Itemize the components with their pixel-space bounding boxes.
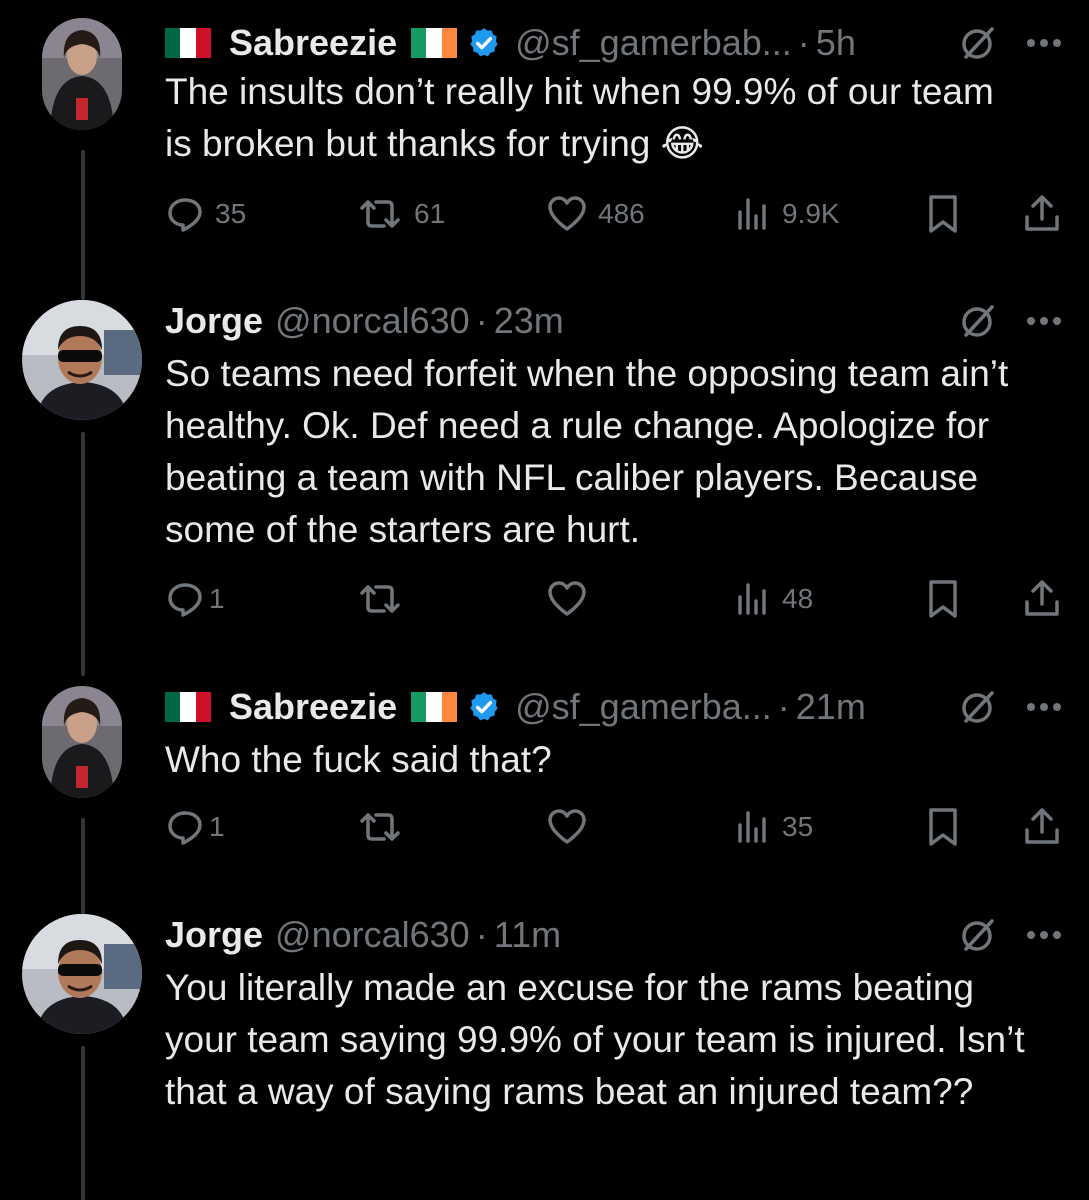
bookmark-icon xyxy=(929,580,957,618)
reply-button[interactable]: 1 xyxy=(165,574,225,624)
thread-connector xyxy=(81,1046,85,1200)
heart-icon xyxy=(548,809,586,844)
reply-icon xyxy=(168,583,202,617)
grok-icon[interactable] xyxy=(958,915,998,955)
share-button[interactable] xyxy=(1022,574,1062,624)
tweet-text: Who the fuck said that? xyxy=(165,739,552,780)
reply-count: 1 xyxy=(209,811,225,842)
tweet-3[interactable]: Sabreezie @sf_gamerba... · 21m Who the f… xyxy=(0,682,1089,998)
repost-count: 61 xyxy=(414,198,446,229)
more-options-icon[interactable] xyxy=(1026,702,1062,712)
view-count: 9.9K xyxy=(782,198,840,229)
reply-button[interactable]: 35 xyxy=(165,189,246,239)
more-options-icon[interactable] xyxy=(1026,316,1062,326)
tweet-header-actions xyxy=(0,682,1089,732)
tweet-actions: 35 61 486 9.9K xyxy=(0,189,1089,239)
like-button[interactable]: 486 xyxy=(546,189,645,239)
like-button[interactable] xyxy=(546,574,598,624)
tweet-1[interactable]: Sabreezie @sf_gamerbab... · 5h The insul… xyxy=(0,18,1089,300)
bookmark-button[interactable] xyxy=(925,189,961,239)
reply-icon xyxy=(168,198,202,232)
bookmark-icon xyxy=(929,195,957,233)
tweet-actions: 1 48 xyxy=(0,574,1089,624)
more-options-icon[interactable] xyxy=(1026,930,1062,940)
tweet-4[interactable]: Jorge @norcal630 · 11m You literally mad… xyxy=(0,910,1089,1200)
tweet-text: You literally made an excuse for the ram… xyxy=(165,967,1035,1112)
views-icon xyxy=(738,583,766,615)
repost-icon xyxy=(360,200,400,228)
share-icon xyxy=(1025,195,1059,231)
thread-connector xyxy=(81,432,85,676)
grok-icon[interactable] xyxy=(958,23,998,63)
views-button[interactable]: 9.9K xyxy=(736,189,840,239)
reply-count: 1 xyxy=(209,583,225,614)
repost-button[interactable] xyxy=(356,574,414,624)
heart-icon xyxy=(548,196,586,231)
reply-count: 35 xyxy=(215,198,247,229)
repost-icon xyxy=(360,585,400,613)
repost-button[interactable]: 61 xyxy=(356,189,445,239)
grok-icon[interactable] xyxy=(958,687,998,727)
grok-icon[interactable] xyxy=(958,301,998,341)
share-icon xyxy=(1025,808,1059,844)
share-icon xyxy=(1025,580,1059,616)
reply-button[interactable]: 1 xyxy=(165,802,225,852)
views-icon xyxy=(738,198,766,230)
view-count: 35 xyxy=(782,811,814,842)
tweet-header-actions xyxy=(0,910,1089,960)
tweet-text: The insults don’t really hit when 99.9% … xyxy=(165,71,1005,164)
views-button[interactable]: 48 xyxy=(736,574,813,624)
bookmark-button[interactable] xyxy=(925,802,961,852)
conversation-thread: Sabreezie @sf_gamerbab... · 5h The insul… xyxy=(0,0,1089,1200)
share-button[interactable] xyxy=(1022,189,1062,239)
bookmark-icon xyxy=(929,808,957,846)
tweet-header-actions xyxy=(0,296,1089,346)
views-icon xyxy=(738,811,766,843)
tweet-text: So teams need forfeit when the opposing … xyxy=(165,353,1019,550)
more-options-icon[interactable] xyxy=(1026,38,1062,48)
reply-icon xyxy=(168,811,202,845)
bookmark-button[interactable] xyxy=(925,574,961,624)
tweet-header-actions xyxy=(0,18,1089,68)
share-button[interactable] xyxy=(1022,802,1062,852)
repost-button[interactable] xyxy=(356,802,414,852)
repost-icon xyxy=(360,813,400,841)
like-button[interactable] xyxy=(546,802,598,852)
views-button[interactable]: 35 xyxy=(736,802,813,852)
view-count: 48 xyxy=(782,583,814,614)
tweet-2[interactable]: Jorge @norcal630 · 23m So teams need for… xyxy=(0,296,1089,676)
heart-icon xyxy=(548,581,586,616)
tweet-actions: 1 35 xyxy=(0,802,1089,852)
like-count: 486 xyxy=(598,198,645,229)
